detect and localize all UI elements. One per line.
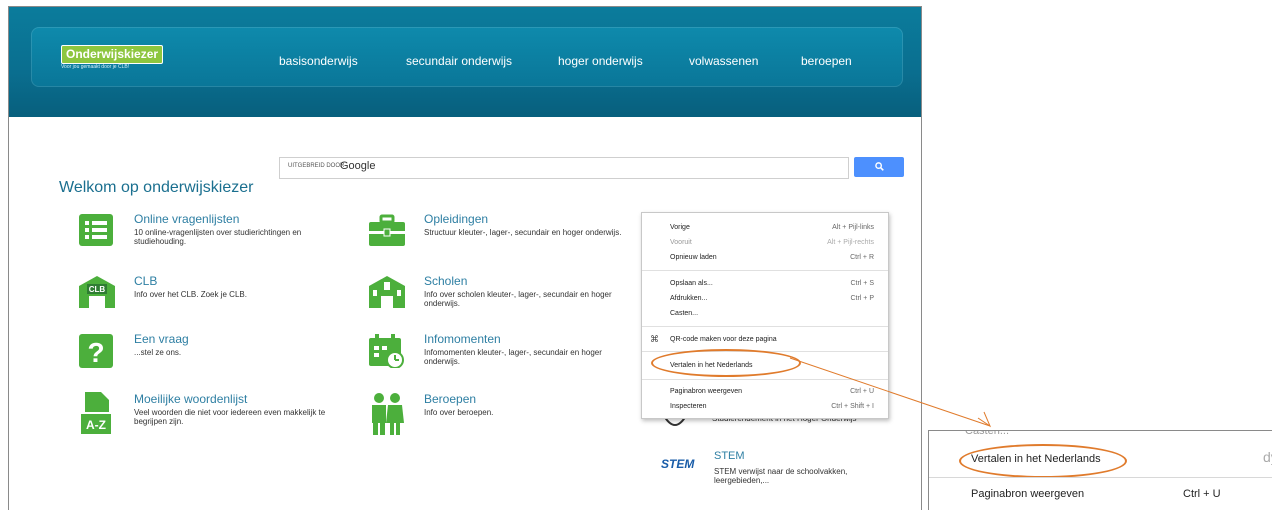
zoom-item-paginabron[interactable]: Paginabron weergeven (971, 488, 1084, 500)
zoom-separator (929, 477, 1272, 478)
zoom-cut-text: Casten... (965, 430, 1010, 437)
zoom-edge-text: dy (1263, 449, 1272, 465)
zoom-highlight-ellipse (959, 444, 1127, 478)
zoom-inset: Casten... Vertalen in het Nederlands dy … (928, 430, 1272, 510)
zoom-item-shortcut: Ctrl + U (1183, 488, 1221, 500)
